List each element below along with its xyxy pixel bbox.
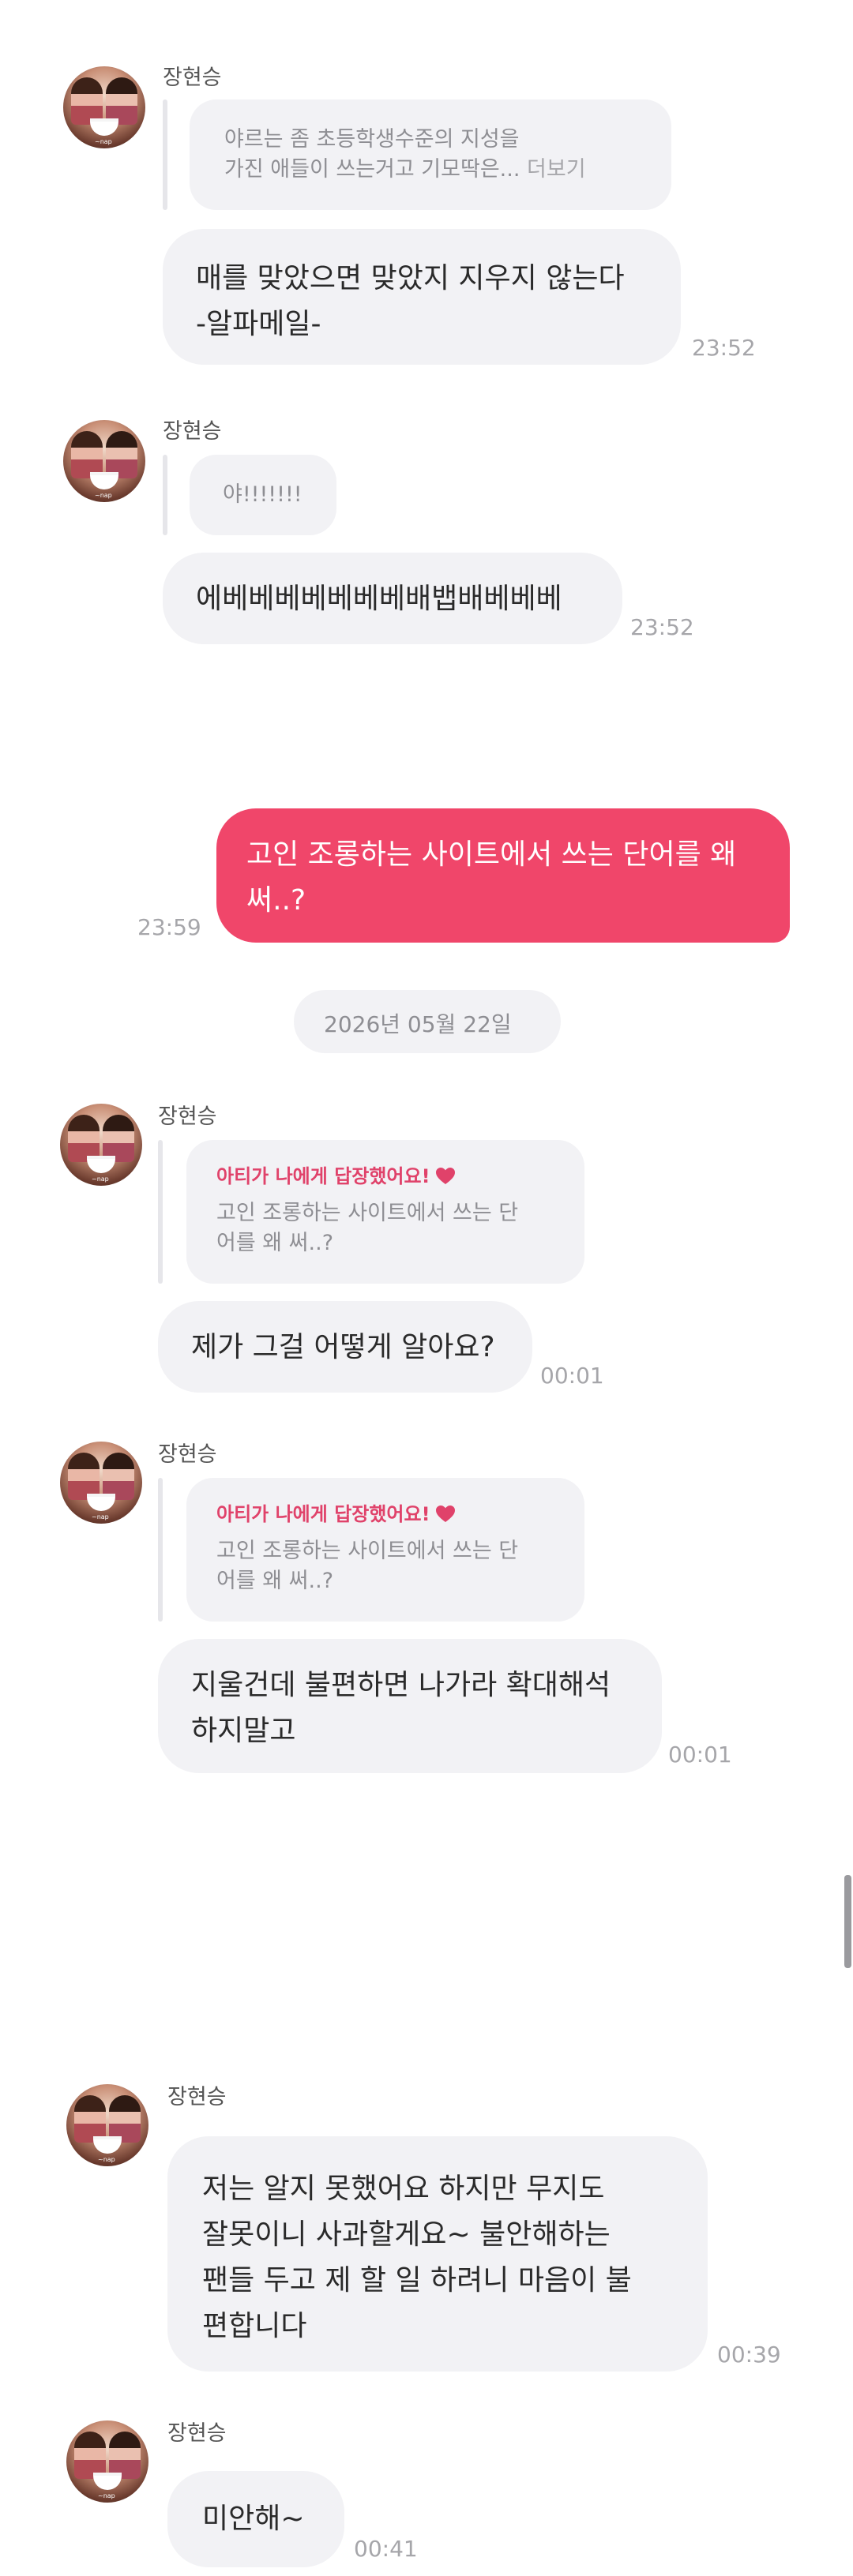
reply-preview-line: 어를 왜 써..? [216,1231,334,1255]
message-time: 23:52 [630,614,694,640]
avatar-caption: ~nap [95,138,112,145]
reply-preview-line: 야!!!!!!! [223,482,302,507]
avatar-photo-bowl [93,2473,122,2490]
sender-name: 장현승 [163,66,222,90]
message-text-line: 잘못이니 사과할게요~ 불안해하는 [202,2218,611,2251]
avatar-photo-person [103,1115,134,1162]
avatar-photo-person [71,77,103,125]
message-text-line: 하지말고 [191,1715,296,1747]
reply-quote-bar [163,455,167,535]
sender-name: 장현승 [158,1104,217,1129]
message-time: 23:59 [137,914,201,940]
message-text-line: 에베베베베베베베배뱁배베베베 [196,583,562,615]
reply-preview-line: 고인 조롱하는 사이트에서 쓰는 단 [216,1539,519,1563]
message-text-line: 저는 알지 못했어요 하지만 무지도 [202,2173,605,2205]
avatar[interactable]: ~nap [63,66,145,148]
avatar-photo-person [74,2432,106,2479]
message-time: 00:41 [354,2536,418,2562]
reply-header-text: 아티가 나에게 답장했어요! [216,1503,430,1525]
reply-preview-line: 고인 조롱하는 사이트에서 쓰는 단 [216,1201,519,1225]
avatar-caption: ~nap [92,1176,109,1183]
my-message-text-line: 써..? [246,884,306,917]
avatar-photo-bowl [87,1156,115,1173]
reply-quote-bar [163,99,167,210]
reply-header-text: 아티가 나에게 답장했어요! [216,1165,430,1187]
more-link[interactable]: 더보기 [527,157,586,182]
avatar[interactable]: ~nap [66,2420,148,2503]
reply-preview-line: 야르는 좀 초등학생수준의 지성을 [224,127,520,152]
message-time: 00:39 [717,2342,781,2368]
message-text-line: 지울건데 불편하면 나가라 확대해석 [191,1669,611,1701]
reply-preview-line: 어를 왜 써..? [216,1569,334,1593]
message-text-line: 매를 맞았으면 맞았지 지우지 않는다 [196,262,625,294]
sender-name: 장현승 [167,2421,227,2446]
avatar-caption: ~nap [98,2156,115,2163]
avatar-photo-person [103,1453,134,1500]
reply-header: 아티가 나에게 답장했어요! [216,1498,456,1526]
sender-name: 장현승 [158,1442,217,1467]
message-time: 00:01 [668,1742,732,1768]
avatar-photo-bowl [93,2136,122,2154]
avatar-photo-person [109,2095,141,2143]
avatar-photo-person [109,2432,141,2479]
avatar-caption: ~nap [92,1513,109,1520]
avatar[interactable]: ~nap [66,2084,148,2166]
avatar-photo-person [74,2095,106,2143]
reply-preview-line-text: 가진 애들이 쓰는거고 기모딱은... [224,157,520,182]
avatar-photo-bowl [90,472,118,489]
message-text-line: -알파메일- [196,308,321,340]
avatar-photo-bowl [90,118,118,136]
scrollbar-thumb[interactable] [844,1875,851,1968]
reply-header: 아티가 나에게 답장했어요! [216,1161,456,1188]
sender-name: 장현승 [163,419,222,444]
avatar[interactable]: ~nap [63,420,145,502]
avatar-photo-bowl [87,1494,115,1511]
avatar-caption: ~nap [95,492,112,499]
message-time: 00:01 [540,1363,604,1389]
reply-preview-line: 가진 애들이 쓰는거고 기모딱은... 더보기 [224,155,586,185]
date-separator-label: 2026년 05월 22일 [324,1011,512,1037]
message-text-line: 팬들 두고 제 할 일 하려니 마음이 불 [202,2264,632,2297]
avatar[interactable]: ~nap [60,1442,142,1524]
reply-quote-bar [158,1140,163,1284]
avatar-photo-person [106,431,137,478]
heart-icon [435,1168,455,1184]
message-text-line: 제가 그걸 어떻게 알아요? [191,1331,495,1363]
avatar-photo-person [71,431,103,478]
avatar-photo-person [68,1115,100,1162]
avatar[interactable]: ~nap [60,1104,142,1186]
my-message-text-line: 고인 조롱하는 사이트에서 쓰는 단어를 왜 [246,838,737,871]
avatar-photo-person [106,77,137,125]
message-text-line: 편합니다 [202,2310,307,2342]
reply-quote-bar [158,1478,163,1622]
heart-icon [435,1505,455,1522]
sender-name: 장현승 [167,2085,227,2109]
message-text-line: 미안해~ [202,2503,305,2535]
message-time: 23:52 [692,335,756,361]
avatar-caption: ~nap [98,2492,115,2499]
avatar-photo-person [68,1453,100,1500]
